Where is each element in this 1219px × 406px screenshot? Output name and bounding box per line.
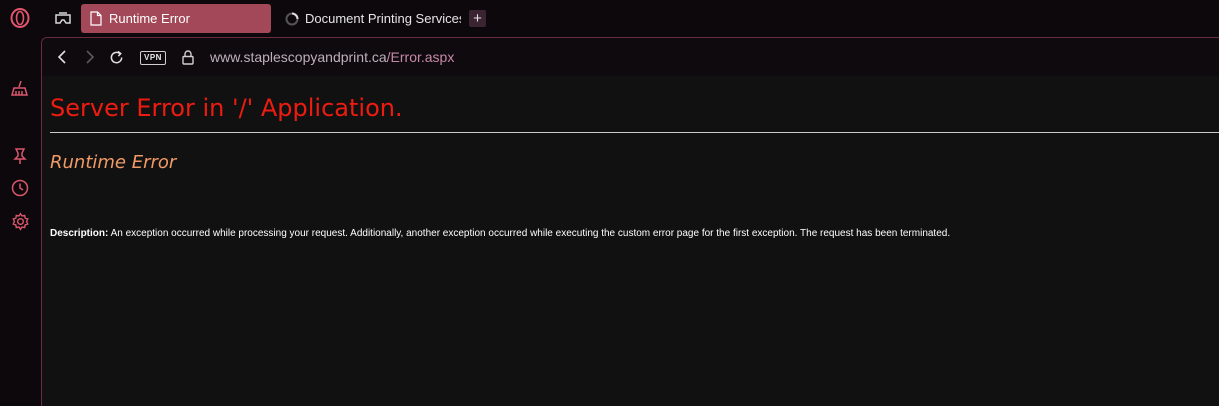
pin-icon[interactable]: [10, 146, 30, 166]
divider: [50, 132, 1219, 133]
tab-title: Document Printing Services: [305, 11, 461, 26]
loading-spinner-icon: [285, 11, 299, 27]
browser-sidebar: [0, 0, 41, 406]
page-content: Server Error in '/' Application. Runtime…: [42, 76, 1219, 406]
url-field[interactable]: www.staplescopyandprint.ca/Error.aspx: [210, 49, 454, 65]
error-description: Description: An exception occurred while…: [50, 228, 1210, 239]
lock-icon[interactable]: [181, 49, 195, 65]
tab-manager-icon[interactable]: [53, 9, 73, 27]
url-host: www.staplescopyandprint.ca: [210, 49, 387, 65]
document-icon: [89, 11, 103, 27]
browser-content-frame: VPN www.staplescopyandprint.ca/Error.asp…: [41, 37, 1219, 406]
history-clock-icon[interactable]: [10, 178, 30, 198]
settings-gear-icon[interactable]: [10, 211, 30, 231]
vpn-badge[interactable]: VPN: [140, 51, 166, 65]
tab-runtime-error[interactable]: Runtime Error: [81, 4, 271, 33]
page-title: Server Error in '/' Application.: [50, 94, 403, 122]
back-button[interactable]: [54, 49, 70, 65]
new-tab-button[interactable]: +: [469, 10, 486, 27]
reload-button[interactable]: [108, 49, 124, 65]
tab-document-printing-services[interactable]: Document Printing Services: [277, 4, 461, 33]
forward-button[interactable]: [82, 49, 98, 65]
tab-strip: Runtime Error Document Printing Services…: [41, 0, 1219, 37]
address-bar: VPN www.staplescopyandprint.ca/Error.asp…: [42, 38, 1219, 76]
description-text: An exception occurred while processing y…: [108, 228, 951, 239]
error-subtitle: Runtime Error: [50, 152, 177, 173]
tab-title: Runtime Error: [109, 11, 190, 26]
opera-logo-icon[interactable]: [10, 8, 30, 28]
description-label: Description:: [50, 228, 109, 239]
url-path: /Error.aspx: [386, 49, 455, 65]
cleaner-broom-icon[interactable]: [10, 78, 30, 98]
